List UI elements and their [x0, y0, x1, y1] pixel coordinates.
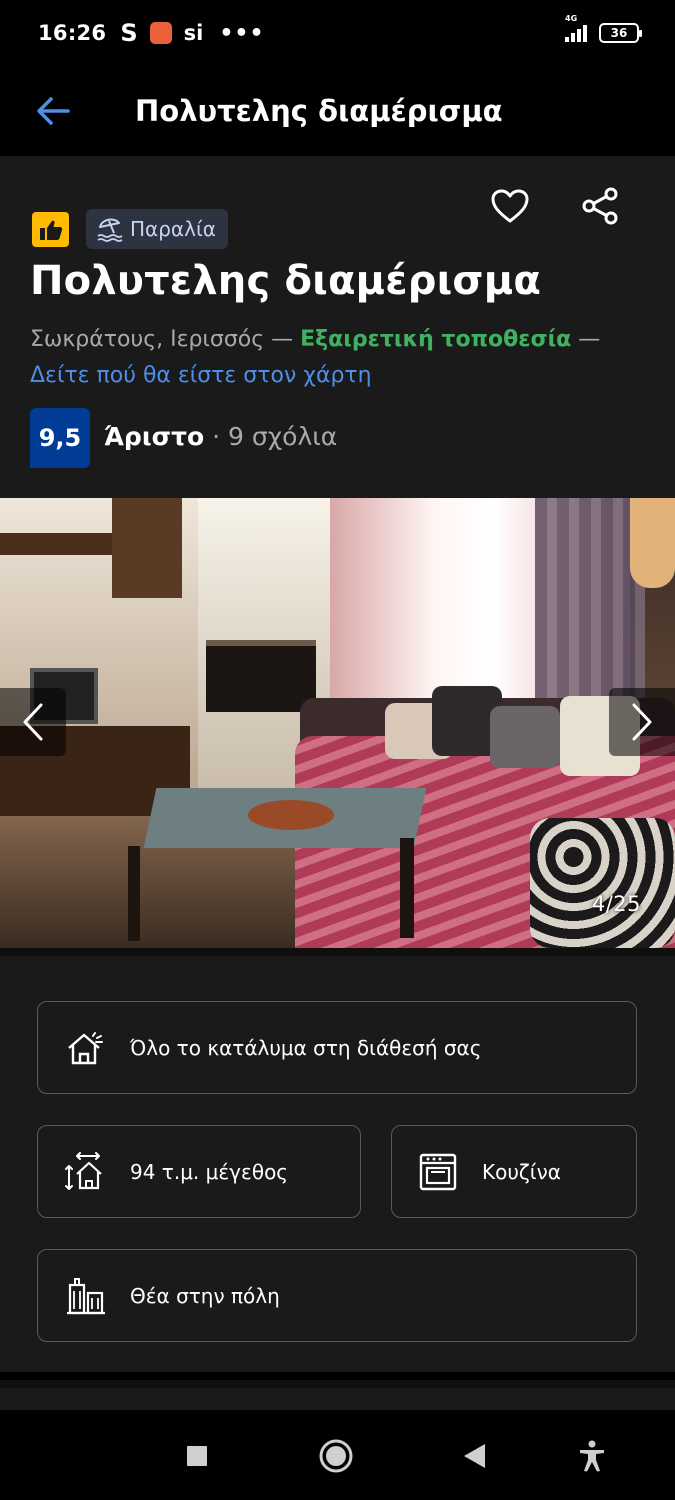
beach-umbrella-icon — [97, 218, 123, 242]
facility-size[interactable]: 94 τ.μ. μέγεθος — [37, 1125, 361, 1218]
square-icon — [187, 1446, 207, 1466]
facilities-section: Όλο το κατάλυμα στη διάθεσή σας 94 τ.μ. … — [0, 948, 675, 1372]
facility-kitchen[interactable]: Κουζίνα — [391, 1125, 637, 1218]
status-right: 4G 36 — [565, 14, 642, 43]
facility-entire-place[interactable]: Όλο το κατάλυμα στη διάθεσή σας — [37, 1001, 637, 1094]
beach-tag: Παραλία — [86, 209, 228, 249]
oven-icon — [416, 1150, 460, 1194]
address-line: Σωκράτους, Ιερισσός — Εξαιρετική τοποθεσ… — [30, 322, 650, 394]
back-nav-button[interactable] — [452, 1434, 496, 1478]
size-icon — [64, 1150, 108, 1194]
favorite-button[interactable] — [488, 184, 532, 228]
map-link[interactable]: Δείτε πού θα είστε στον χάρτη — [30, 363, 372, 388]
facility-label: Θέα στην πόλη — [130, 1283, 280, 1308]
house-icon — [64, 1026, 108, 1070]
home-button[interactable] — [314, 1434, 358, 1478]
thumbs-up-badge — [32, 212, 69, 247]
property-header: Παραλία Πολυτελης διαμέρισμα Σωκράτους, … — [0, 156, 675, 498]
notification-app-icon — [149, 22, 172, 44]
property-title: Πολυτελης διαμέρισμα — [30, 258, 542, 304]
accessibility-icon — [580, 1440, 604, 1472]
network-label: 4G — [565, 14, 578, 23]
location-badge-text: Εξαιρετική τοποθεσία — [300, 327, 572, 352]
signal-icon: 4G — [565, 14, 587, 42]
status-app-short: si — [183, 21, 204, 45]
app-bar: Πολυτελης διαμέρισμα — [0, 66, 675, 156]
status-time: 16:26 — [38, 21, 107, 45]
facility-label: Κουζίνα — [482, 1159, 561, 1184]
photo-gallery[interactable]: 4/25 — [0, 498, 675, 948]
status-bar: 16:26 S si ••• 4G 36 — [0, 0, 675, 66]
photo-counter: 4/25 — [591, 892, 641, 916]
thumbs-up-icon — [39, 220, 62, 240]
circle-icon — [319, 1439, 353, 1473]
beach-tag-label: Παραλία — [130, 217, 216, 241]
back-button[interactable] — [33, 91, 73, 131]
share-button[interactable] — [578, 184, 622, 228]
address-dash-2: — — [571, 327, 601, 352]
facility-label: Όλο το κατάλυμα στη διάθεσή σας — [130, 1035, 482, 1060]
city-icon — [64, 1274, 108, 1318]
status-more: ••• — [219, 20, 265, 46]
facility-label: 94 τ.μ. μέγεθος — [130, 1159, 289, 1184]
page-title: Πολυτελης διαμέρισμα — [135, 94, 503, 128]
share-icon — [582, 187, 618, 225]
next-photo-button[interactable] — [609, 688, 675, 756]
accessibility-button[interactable] — [570, 1434, 614, 1478]
chevron-right-icon — [632, 703, 652, 741]
battery-icon: 36 — [599, 23, 642, 43]
address-text: Σωκράτους, Ιερισσός — [30, 327, 265, 352]
system-nav-bar — [0, 1410, 675, 1500]
facility-city-view[interactable]: Θέα στην πόλη — [37, 1249, 637, 1342]
next-section — [0, 1380, 675, 1410]
review-summary[interactable]: Άριστο · 9 σχόλια — [104, 422, 337, 451]
heart-icon — [491, 189, 529, 223]
status-app-letter: S — [120, 19, 138, 47]
chevron-left-icon — [23, 703, 43, 741]
review-count: · 9 σχόλια — [204, 422, 338, 451]
battery-level: 36 — [610, 26, 628, 40]
address-dash: — — [264, 327, 301, 352]
arrow-left-icon — [37, 97, 70, 125]
recents-button[interactable] — [175, 1434, 219, 1478]
review-score-badge[interactable]: 9,5 — [30, 408, 90, 468]
triangle-back-icon — [464, 1444, 485, 1468]
previous-photo-button[interactable] — [0, 688, 66, 756]
score-word: Άριστο — [104, 422, 205, 451]
